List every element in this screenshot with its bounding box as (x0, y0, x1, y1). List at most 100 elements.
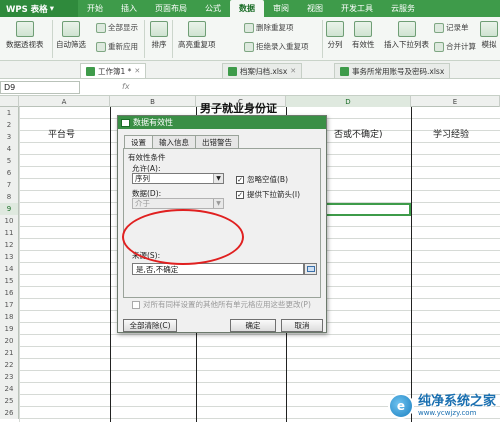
table-row[interactable]: 20 (0, 335, 500, 347)
row-header[interactable]: 25 (0, 395, 19, 407)
row-header[interactable]: 8 (0, 191, 19, 203)
clear-all-button[interactable]: 全部清除(C) (123, 319, 177, 332)
autofilter-button[interactable]: 自动筛选 (56, 21, 86, 50)
tab-error-alert[interactable]: 出错警告 (195, 135, 239, 148)
delete-duplicates-icon (244, 22, 254, 33)
table-row[interactable]: 22 (0, 359, 500, 371)
row-header[interactable]: 20 (0, 335, 19, 347)
app-logo[interactable]: WPS 表格 ▾ (0, 0, 78, 17)
ok-button[interactable]: 确定 (230, 319, 276, 332)
show-all-label: 全部显示 (108, 23, 138, 32)
table-row[interactable]: 23 (0, 371, 500, 383)
menu-tab-dev[interactable]: 开发工具 (332, 0, 382, 17)
insert-dropdown-button[interactable]: 插入下拉列表 (384, 21, 429, 50)
sort-icon (150, 21, 168, 37)
close-icon[interactable]: ✕ (134, 67, 140, 75)
split-button[interactable]: 分列 (326, 21, 344, 50)
row-header[interactable]: 6 (0, 167, 19, 179)
simulate-icon (480, 21, 498, 37)
cancel-button[interactable]: 取消 (281, 319, 323, 332)
consolidate-label: 合并计算 (446, 42, 476, 51)
doc-tab-label: 档案归档.xlsx (240, 66, 288, 76)
dialog-icon (121, 118, 130, 127)
data-value: 介于 (135, 199, 150, 208)
insert-dropdown-label: 插入下拉列表 (384, 40, 429, 49)
menu-tab-insert[interactable]: 插入 (112, 0, 146, 17)
menu-tab-formula[interactable]: 公式 (196, 0, 230, 17)
fx-icon[interactable]: fx (122, 82, 130, 91)
row-header[interactable]: 18 (0, 311, 19, 323)
row-header[interactable]: 22 (0, 359, 19, 371)
row-header[interactable]: 19 (0, 323, 19, 335)
row-header[interactable]: 1 (0, 107, 19, 119)
row-header[interactable]: 2 (0, 119, 19, 131)
row-header[interactable]: 23 (0, 371, 19, 383)
show-all-button[interactable]: 全部显示 (96, 22, 138, 33)
highlight-duplicates-button[interactable]: 高亮重复项 (178, 21, 216, 50)
simulate-button[interactable]: 模拟 (480, 21, 498, 50)
ignore-blank-checkbox[interactable]: ✓ 忽略空值(B) (236, 174, 288, 185)
column-header-b[interactable]: B (110, 96, 196, 107)
row-header[interactable]: 7 (0, 179, 19, 191)
doc-tab-workbook1[interactable]: 工作簿1 * ✕ (80, 63, 147, 78)
doc-tab-accounts[interactable]: 事务所常用账号及密码.xlsx (334, 63, 451, 78)
row-header[interactable]: 5 (0, 155, 19, 167)
delete-duplicates-button[interactable]: 删除重复项 (244, 22, 294, 33)
menu-tab-cloud[interactable]: 云服务 (382, 0, 424, 17)
highlight-duplicates-label: 高亮重复项 (178, 40, 216, 49)
menu-tab-data[interactable]: 数据 (230, 0, 264, 17)
annotation-ellipse (122, 209, 244, 265)
consolidate-icon (434, 41, 444, 52)
range-picker-button[interactable] (304, 263, 317, 275)
row-header[interactable]: 26 (0, 407, 19, 419)
tab-input-message[interactable]: 输入信息 (152, 135, 196, 148)
allow-select[interactable]: 序列 ▼ (132, 173, 224, 184)
row-header[interactable]: 14 (0, 263, 19, 275)
row-header[interactable]: 17 (0, 299, 19, 311)
delete-duplicates-label: 删除重复项 (256, 23, 294, 32)
sort-button[interactable]: 排序 (150, 21, 168, 50)
chevron-down-icon: ▼ (213, 174, 223, 183)
reapply-button[interactable]: 重新应用 (96, 41, 138, 52)
row-header[interactable]: 24 (0, 383, 19, 395)
ignore-blank-label: 忽略空值(B) (247, 175, 288, 184)
row-header[interactable]: 10 (0, 215, 19, 227)
row-header[interactable]: 4 (0, 143, 19, 155)
name-box[interactable]: D9 (0, 81, 80, 94)
record-label: 记录单 (446, 23, 469, 32)
validity-button[interactable]: 有效性 (352, 21, 375, 50)
consolidate-button[interactable]: 合并计算 (434, 41, 476, 52)
doc-tab-archive[interactable]: 档案归档.xlsx ✕ (222, 63, 303, 78)
row-header[interactable]: 12 (0, 239, 19, 251)
apply-all-checkbox[interactable]: 对所有同样设置的其他所有单元格应用这些更改(P) (132, 299, 311, 310)
row-header[interactable]: 21 (0, 347, 19, 359)
row-header[interactable]: 3 (0, 131, 19, 143)
menu-tab-review[interactable]: 审阅 (264, 0, 298, 17)
close-icon[interactable]: ✕ (290, 67, 296, 75)
row-header[interactable]: 9 (0, 203, 19, 215)
menu-tab-layout[interactable]: 页面布局 (146, 0, 196, 17)
tab-settings[interactable]: 设置 (124, 135, 153, 149)
pivot-table-button[interactable]: 数据透视表 (6, 21, 44, 50)
menu-tab-start[interactable]: 开始 (78, 0, 112, 17)
dialog-title-bar[interactable]: 数据有效性 (118, 116, 326, 129)
source-input[interactable]: 是,否,不确定 (132, 263, 304, 275)
checkmark-icon: ✓ (236, 190, 244, 199)
reject-duplicates-button[interactable]: 拒绝录入重复项 (244, 41, 309, 52)
row-header[interactable]: 15 (0, 275, 19, 287)
column-header-e[interactable]: E (411, 96, 500, 107)
row-header[interactable]: 13 (0, 251, 19, 263)
dropdown-arrow-checkbox[interactable]: ✓ 提供下拉箭头(I) (236, 189, 300, 200)
row-header[interactable]: 11 (0, 227, 19, 239)
menu-tab-view[interactable]: 视图 (298, 0, 332, 17)
select-all-corner[interactable] (0, 96, 19, 107)
grid-line (411, 107, 412, 422)
record-button[interactable]: 记录单 (434, 22, 469, 33)
column-header-d[interactable]: D (286, 96, 411, 107)
data-select[interactable]: 介于 ▼ (132, 198, 224, 209)
column-header-a[interactable]: A (19, 96, 110, 107)
watermark-name: 纯净系统之家 (417, 394, 496, 409)
row-header[interactable]: 16 (0, 287, 19, 299)
table-row[interactable]: 21 (0, 347, 500, 359)
dialog-title: 数据有效性 (133, 118, 173, 127)
